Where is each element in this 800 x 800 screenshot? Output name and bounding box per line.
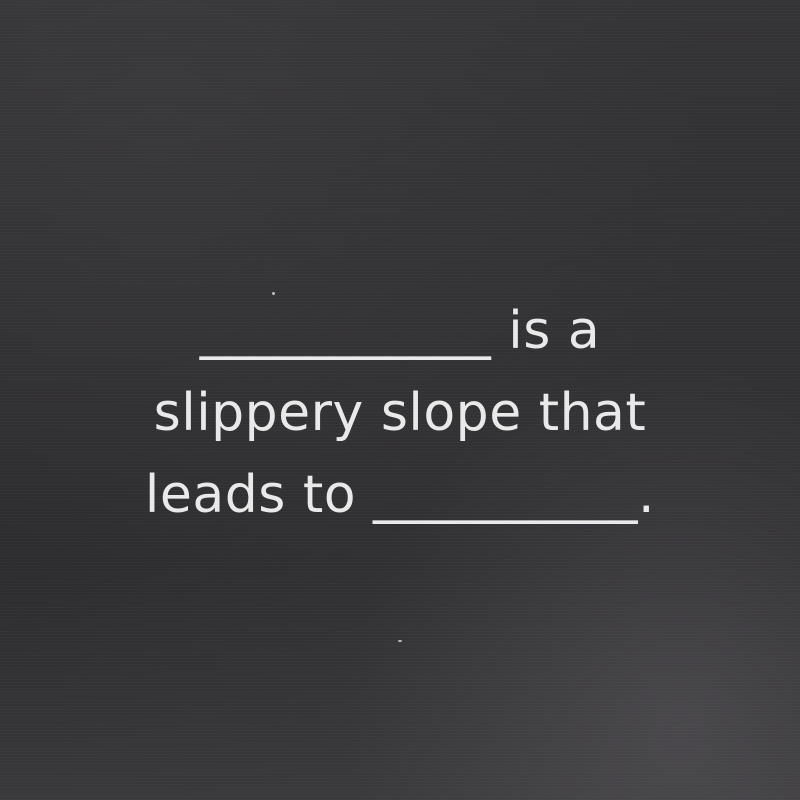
dust-speck [398, 640, 402, 642]
prompt-card: ___________ is a slippery slope that lea… [0, 0, 800, 800]
card-prompt-text: ___________ is a slippery slope that lea… [144, 301, 656, 525]
